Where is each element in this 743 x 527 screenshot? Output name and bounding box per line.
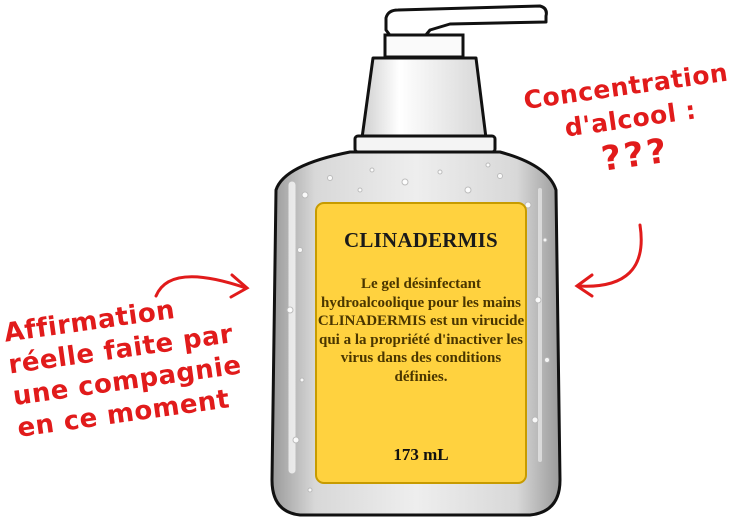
arrow-left-icon bbox=[574, 223, 643, 298]
product-label: CLINADERMIS Le gel désinfectant hydroalc… bbox=[316, 203, 526, 483]
product-description: Le gel désinfectant hydroalcoolique pour… bbox=[317, 276, 525, 385]
brand-name: CLINADERMIS bbox=[344, 228, 498, 252]
pump-head bbox=[383, 4, 548, 59]
bottle-cap bbox=[353, 56, 497, 154]
product-volume: 173 mL bbox=[393, 445, 449, 464]
